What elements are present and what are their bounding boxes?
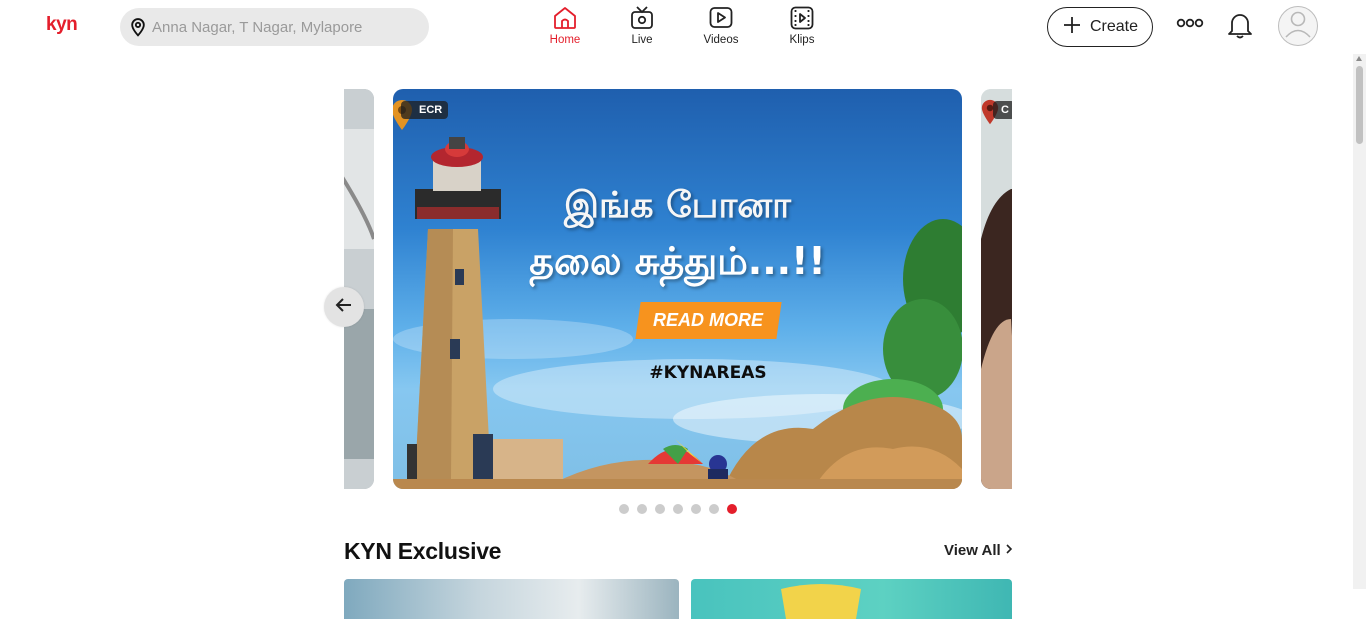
nav-videos[interactable]: Videos <box>691 4 751 46</box>
video-play-icon <box>707 4 735 32</box>
nav-klips-label: Klips <box>789 34 815 46</box>
carousel-slide-next[interactable]: C <box>981 89 1012 489</box>
slide-headline-line2: தலை சுத்தும்...!! <box>529 239 826 283</box>
exclusive-card-2[interactable] <box>691 579 1012 619</box>
view-all-link[interactable]: View All <box>944 542 1013 559</box>
kyn-logo[interactable]: kyn <box>46 14 78 36</box>
nav-home-label: Home <box>549 34 581 46</box>
scrollbar-thumb[interactable] <box>1356 66 1363 144</box>
location-search-bar[interactable] <box>120 8 429 46</box>
location-pin-icon <box>125 14 151 40</box>
carousel-dot[interactable] <box>673 504 683 514</box>
live-tv-icon <box>628 4 656 32</box>
page-scrollbar[interactable] <box>1353 54 1366 589</box>
next-slide-image <box>981 89 1012 489</box>
carousel-prev-button[interactable] <box>324 287 364 327</box>
more-options-button[interactable] <box>1175 14 1205 36</box>
arrow-left-icon <box>334 295 354 320</box>
carousel-dot[interactable] <box>727 504 737 514</box>
avatar-icon <box>1279 7 1317 45</box>
lighthouse-scene-image <box>393 137 962 489</box>
featured-carousel: ECR இங்க போனா தலை சுத்தும்...!! READ MOR… <box>344 89 1012 489</box>
nav-klips[interactable]: Klips <box>772 4 832 46</box>
next-slide-location-tag: C <box>993 101 1012 119</box>
chevron-right-icon <box>1005 542 1013 559</box>
read-more-button[interactable]: READ MORE <box>635 302 782 339</box>
create-button-label: Create <box>1089 18 1139 35</box>
nav-live-label: Live <box>631 34 653 46</box>
carousel-dot[interactable] <box>655 504 665 514</box>
klips-icon <box>788 4 816 32</box>
carousel-dot[interactable] <box>619 504 629 514</box>
bell-icon <box>1226 10 1254 45</box>
exclusive-card-1[interactable] <box>344 579 679 619</box>
slide-location-tag: ECR <box>401 101 449 119</box>
notifications-button[interactable] <box>1224 11 1256 43</box>
section-title: KYN Exclusive <box>344 538 502 564</box>
slide-headline-line1: இங்க போனா <box>564 185 791 226</box>
carousel-dot[interactable] <box>691 504 701 514</box>
read-more-label: READ MORE <box>653 310 764 330</box>
home-icon <box>551 4 579 32</box>
carousel-dot[interactable] <box>709 504 719 514</box>
profile-avatar-button[interactable] <box>1278 6 1318 46</box>
scroll-up-arrow-icon[interactable] <box>1356 56 1362 61</box>
carousel-dot[interactable] <box>637 504 647 514</box>
carousel-pagination <box>619 504 737 514</box>
location-search-input[interactable] <box>152 18 412 36</box>
view-all-label: View All <box>944 542 1001 559</box>
nav-videos-label: Videos <box>703 34 739 46</box>
plus-icon <box>1062 15 1082 40</box>
nav-home[interactable]: Home <box>535 4 595 46</box>
top-header: kyn Home Live <box>0 0 1366 54</box>
slide-hashtag: #KYNAREAS <box>649 363 767 383</box>
card-2-image <box>781 584 861 619</box>
nav-live[interactable]: Live <box>612 4 672 46</box>
more-dots-icon <box>1176 16 1204 34</box>
carousel-slide-current[interactable]: ECR இங்க போனா தலை சுத்தும்...!! READ MOR… <box>393 89 962 489</box>
create-button[interactable]: Create <box>1047 7 1153 47</box>
